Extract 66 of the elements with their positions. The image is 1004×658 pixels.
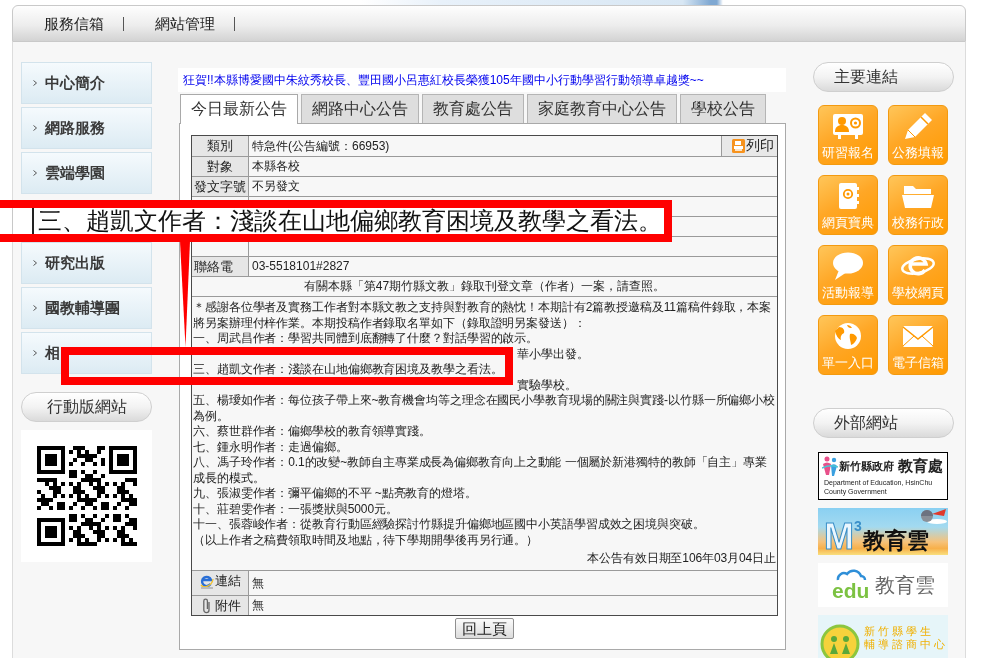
bullet-icon <box>33 260 37 266</box>
body-text: 實驗學校。 <box>517 377 577 392</box>
speech-bubble-icon <box>830 251 866 281</box>
body-text: 七、鍾永明作者：走過偏鄉。 <box>193 439 348 454</box>
banner-title: 新竹縣政府 <box>839 458 894 474</box>
sidebar-item[interactable]: 中心簡介 <box>21 62 152 104</box>
body-text: 八、馮子玲作者：0.1的改變~教師自主專業成長為偏鄉教育向上之動能 一個屬於新港獨特的教師「自主」專業成長的模式。 <box>193 455 767 485</box>
banner-title: 教育雲 <box>862 526 929 553</box>
tab[interactable]: 教育處公告 <box>422 94 524 123</box>
bullet-icon <box>33 305 37 311</box>
news-ticker[interactable]: 狂賀!!本縣博愛國中朱紋秀校長、豐田國小呂惠紅校長榮獲105年國中小行動學習行動領導卓越獎~~ <box>178 68 786 92</box>
tab[interactable]: 今日最新公告 <box>180 94 298 124</box>
back-button[interactable]: 回上頁 <box>455 617 514 639</box>
banner-title: 輔導諮商中心 <box>864 638 948 651</box>
field-label: 附件 <box>214 597 241 614</box>
subject-text: 有關本縣「第47期竹縣文教」錄取刊登文章（作者）一案，請查照。 <box>303 278 666 295</box>
bullet-icon <box>33 350 37 356</box>
field-value: 無 <box>252 597 264 612</box>
field-label: 對象 <box>192 157 249 176</box>
printer-icon <box>732 139 745 153</box>
section-heading: 主要連結 <box>813 62 954 92</box>
field-value: 03-5518101#2827 <box>252 259 350 273</box>
body-text: 五、楊璦如作者：每位孩子帶上來~教育機會均等之理念在國民小學教育現場的關注與實踐-以竹縣一所偏鄉小校為例。 <box>193 393 775 423</box>
field-value: 不另發文 <box>252 179 300 193</box>
tab[interactable]: 網路中心公告 <box>301 94 419 123</box>
logo-text: edu <box>832 581 870 601</box>
field-label: 連結 <box>214 572 241 589</box>
sidebar-item[interactable]: 研究出版 <box>21 242 152 284</box>
field-value: 本縣各校 <box>252 159 300 173</box>
site-banner[interactable]: edu 教育雲 <box>818 563 948 607</box>
tab[interactable]: 學校公告 <box>680 94 766 123</box>
banner-title: 教育雲 <box>875 572 936 598</box>
figure-logo-icon <box>822 455 838 477</box>
section-heading: 行動版網站 <box>21 392 152 422</box>
print-button[interactable]: 列印 <box>721 136 777 156</box>
contact-card-icon <box>830 111 866 141</box>
body-text: （以上作者之稿費領取時間及地點，待下學期開學後再另行通。） <box>193 532 539 547</box>
callout-text: 三、趙凱文作者：淺談在山地偏鄉教育困境及教學之看法。 <box>38 208 662 234</box>
body-text: ＊感謝各位學者及實務工作者對本縣文教之支持與對教育的熱忱！本期計有2篇教授邀稿及11篇稿件錄取，本案將另案辦理付梓作業。本期投稿作者錄取名單如下（錄取證明另案發送）： <box>193 300 772 330</box>
body-text: 六、蔡世群作者：偏鄉學校的教育領導實踐。 <box>193 424 431 438</box>
body-text: 十、莊碧雯作者：一張獎狀與5000元。 <box>193 501 398 516</box>
bullet-icon <box>33 125 37 131</box>
field-label: 發文字號 <box>192 177 249 196</box>
cloud-icon <box>834 569 867 581</box>
field-label: 類別 <box>192 136 249 156</box>
field-label: 聯絡電 <box>192 257 249 276</box>
body-text: 十一、張蓉峻作者：從教育行動區經驗探討竹縣提升偏鄉地區國中小英語學習成效之困境與突破。 <box>193 517 705 531</box>
sidebar-item[interactable]: 雲端學園 <box>21 152 152 194</box>
body-text: 華小學出發。 <box>517 346 589 361</box>
field-value: 特急件(公告編號：66953) <box>252 139 390 153</box>
tab[interactable]: 家庭教育中心公告 <box>527 94 677 123</box>
body-text: 九、張淑雯作者：彌平偏鄉的不平 ~點亮教育的燈塔。 <box>193 486 477 500</box>
field-value: 無 <box>252 575 264 590</box>
body-text: 一、周武昌作者：學習共同體到底翻轉了什麼？對話學習的啟示。 <box>193 331 539 345</box>
banner-subtitle: 教育處 <box>898 456 943 476</box>
body-text: 三、趙凱文作者：淺談在山地偏鄉教育困境及教學之看法。 <box>193 362 503 376</box>
nav-link[interactable]: 網站管理 <box>155 13 215 34</box>
validity-text: 本公告有效日期至106年03月04日止 <box>587 551 776 565</box>
sidebar-item[interactable]: 國教輔導團 <box>21 287 152 329</box>
section-heading: 外部網站 <box>813 408 954 438</box>
nav-link[interactable]: 服務信箱 <box>44 13 104 34</box>
bullet-icon <box>33 80 37 86</box>
banner-title: 新竹縣學生 <box>864 625 935 638</box>
bullet-icon <box>33 170 37 176</box>
emblem-icon <box>820 624 860 658</box>
sidebar-item[interactable]: 網路服務 <box>21 107 152 149</box>
